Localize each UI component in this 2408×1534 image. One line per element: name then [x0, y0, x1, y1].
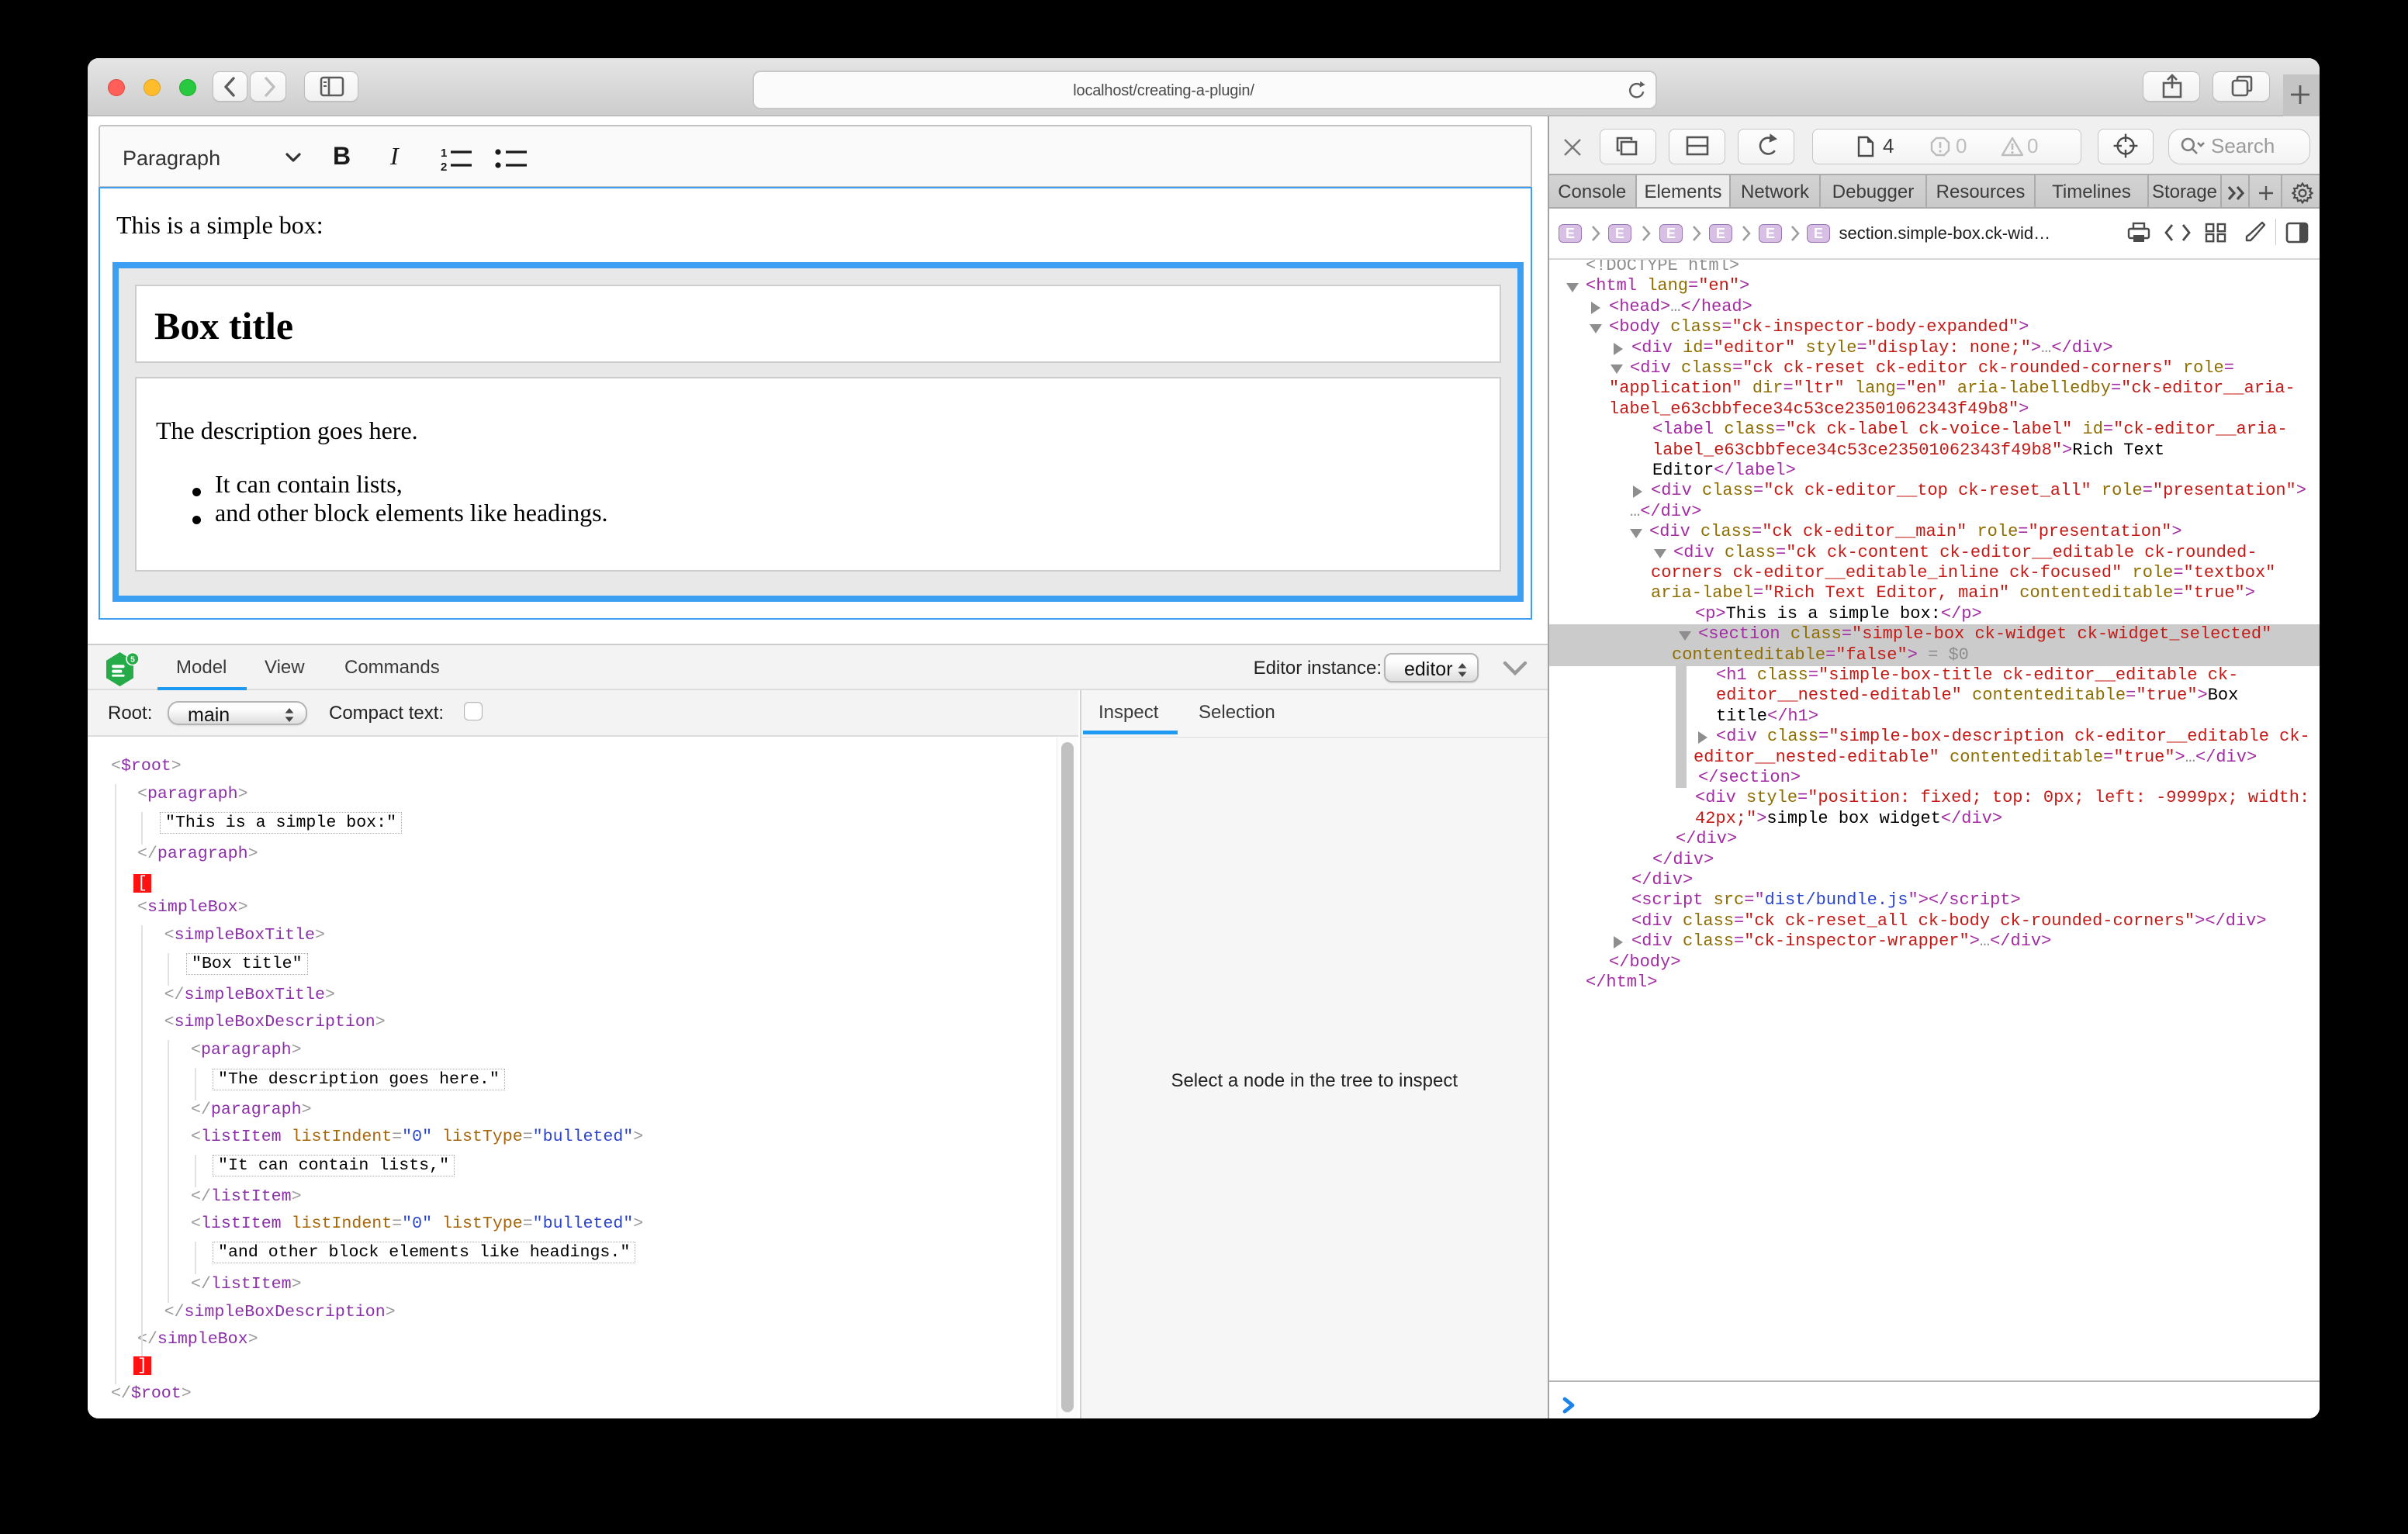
svg-text:2: 2: [441, 161, 447, 171]
svg-text:1: 1: [441, 147, 447, 160]
svg-text:5: 5: [130, 655, 135, 664]
